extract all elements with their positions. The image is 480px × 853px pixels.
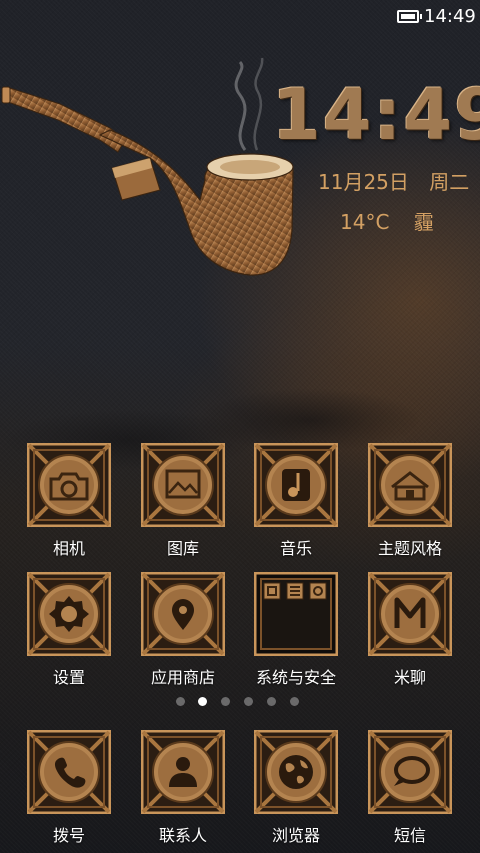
app-camera[interactable]: 相机 — [14, 443, 124, 573]
app-music[interactable]: 音乐 — [241, 443, 351, 573]
page-dot[interactable] — [290, 697, 299, 706]
page-dot[interactable] — [267, 697, 276, 706]
app-label: 音乐 — [279, 539, 312, 558]
contacts-icon — [141, 730, 225, 814]
system-security-folder-icon — [254, 572, 338, 656]
app-label: 米聊 — [393, 668, 426, 687]
phone-icon — [27, 730, 111, 814]
date-text: 11月25日 — [318, 170, 409, 194]
status-time: 14:49 — [424, 6, 476, 27]
page-dot[interactable] — [244, 697, 253, 706]
status-bar: 14:49 — [0, 0, 480, 34]
browser-globe-icon — [254, 730, 338, 814]
app-contacts[interactable]: 联系人 — [128, 730, 238, 853]
app-label: 短信 — [393, 826, 426, 845]
app-label: 拨号 — [52, 826, 85, 845]
app-messages[interactable]: 短信 — [355, 730, 465, 853]
app-label: 浏览器 — [271, 826, 320, 845]
gallery-icon — [141, 443, 225, 527]
page-dot-active[interactable] — [198, 697, 207, 706]
page-dot[interactable] — [176, 697, 185, 706]
music-icon — [254, 443, 338, 527]
app-store-pin-icon — [141, 572, 225, 656]
app-label: 主题风格 — [377, 539, 442, 558]
app-label: 联系人 — [158, 826, 207, 845]
app-label: 图库 — [166, 539, 199, 558]
folder-system-security[interactable]: 系统与安全 — [241, 572, 351, 702]
app-label: 应用商店 — [150, 668, 215, 687]
battery-icon — [397, 10, 422, 23]
weather-widget[interactable]: 14°C 霾 — [340, 206, 434, 235]
message-bubble-icon — [368, 730, 452, 814]
home-screen: 14:49 14:49 11月25日 — [0, 0, 480, 853]
weather-condition-text: 霾 — [413, 210, 434, 234]
camera-icon — [27, 443, 111, 527]
app-theme[interactable]: 主题风格 — [355, 443, 465, 573]
settings-gear-icon — [27, 572, 111, 656]
clock-date[interactable]: 11月25日 周二 — [318, 166, 469, 195]
app-phone[interactable]: 拨号 — [14, 730, 124, 853]
app-label: 相机 — [52, 539, 85, 558]
temperature-text: 14°C — [340, 210, 390, 234]
app-label: 系统与安全 — [255, 668, 336, 687]
app-browser[interactable]: 浏览器 — [241, 730, 351, 853]
weekday-text: 周二 — [429, 170, 470, 194]
app-settings[interactable]: 设置 — [14, 572, 124, 702]
theme-house-icon — [368, 443, 452, 527]
app-mi-chat[interactable]: 米聊 — [355, 572, 465, 702]
pipe-illustration — [1, 57, 294, 276]
app-gallery[interactable]: 图库 — [128, 443, 238, 573]
app-label: 设置 — [52, 668, 85, 687]
clock-time[interactable]: 14:49 — [272, 74, 480, 156]
app-store[interactable]: 应用商店 — [128, 572, 238, 702]
mi-chat-icon — [368, 572, 452, 656]
page-dot[interactable] — [221, 697, 230, 706]
page-indicator[interactable] — [176, 697, 306, 709]
